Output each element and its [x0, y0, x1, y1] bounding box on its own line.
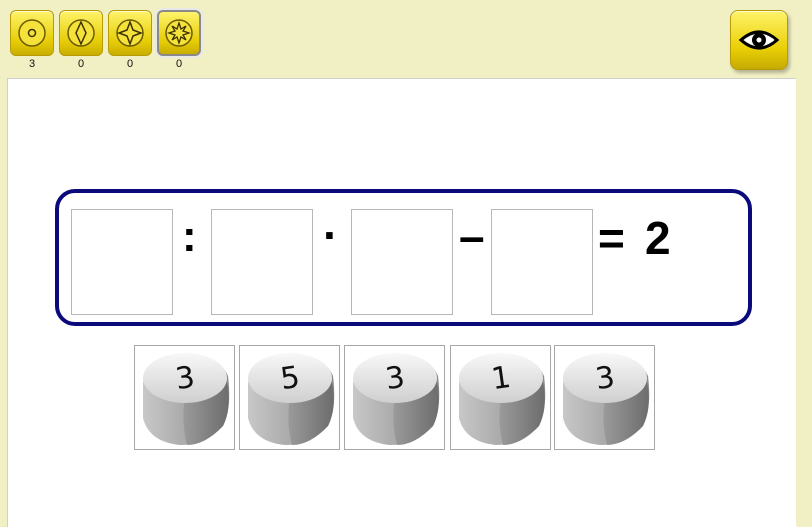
answer-slot-2[interactable]: [211, 209, 313, 315]
equation-box: : · – = 2: [55, 189, 752, 326]
show-solution-button[interactable]: [730, 10, 788, 70]
diamond-coin-icon: [67, 19, 95, 47]
answer-slot-4[interactable]: [491, 209, 593, 315]
star4-coin-icon: [116, 19, 144, 47]
right-border: [796, 78, 812, 526]
minus-operator: –: [459, 210, 485, 262]
answer-slot-1[interactable]: [71, 209, 173, 315]
die-4[interactable]: 1: [450, 345, 551, 450]
level-3-button[interactable]: [108, 10, 152, 56]
die-2[interactable]: 5: [239, 345, 340, 450]
die-1[interactable]: 3: [134, 345, 235, 450]
die-5[interactable]: 3: [554, 345, 655, 450]
level-1-count: 3: [28, 58, 36, 70]
equals-sign: =: [598, 212, 625, 264]
answer-slot-3[interactable]: [351, 209, 453, 315]
multiply-operator: ·: [323, 209, 339, 261]
toolbar: 3 0 0 0: [0, 0, 812, 78]
level-3-count: 0: [126, 58, 134, 70]
dot-coin-icon: [18, 19, 46, 47]
level-4-button[interactable]: [157, 10, 201, 56]
star8-coin-icon: [165, 19, 193, 47]
level-4-count: 0: [175, 58, 183, 70]
level-2-count: 0: [77, 58, 85, 70]
level-2-button[interactable]: [59, 10, 103, 56]
result-value: 2: [645, 212, 671, 264]
level-1-button[interactable]: [10, 10, 54, 56]
divide-operator: :: [182, 212, 197, 261]
die-3[interactable]: 3: [344, 345, 445, 450]
eye-icon: [738, 30, 780, 50]
